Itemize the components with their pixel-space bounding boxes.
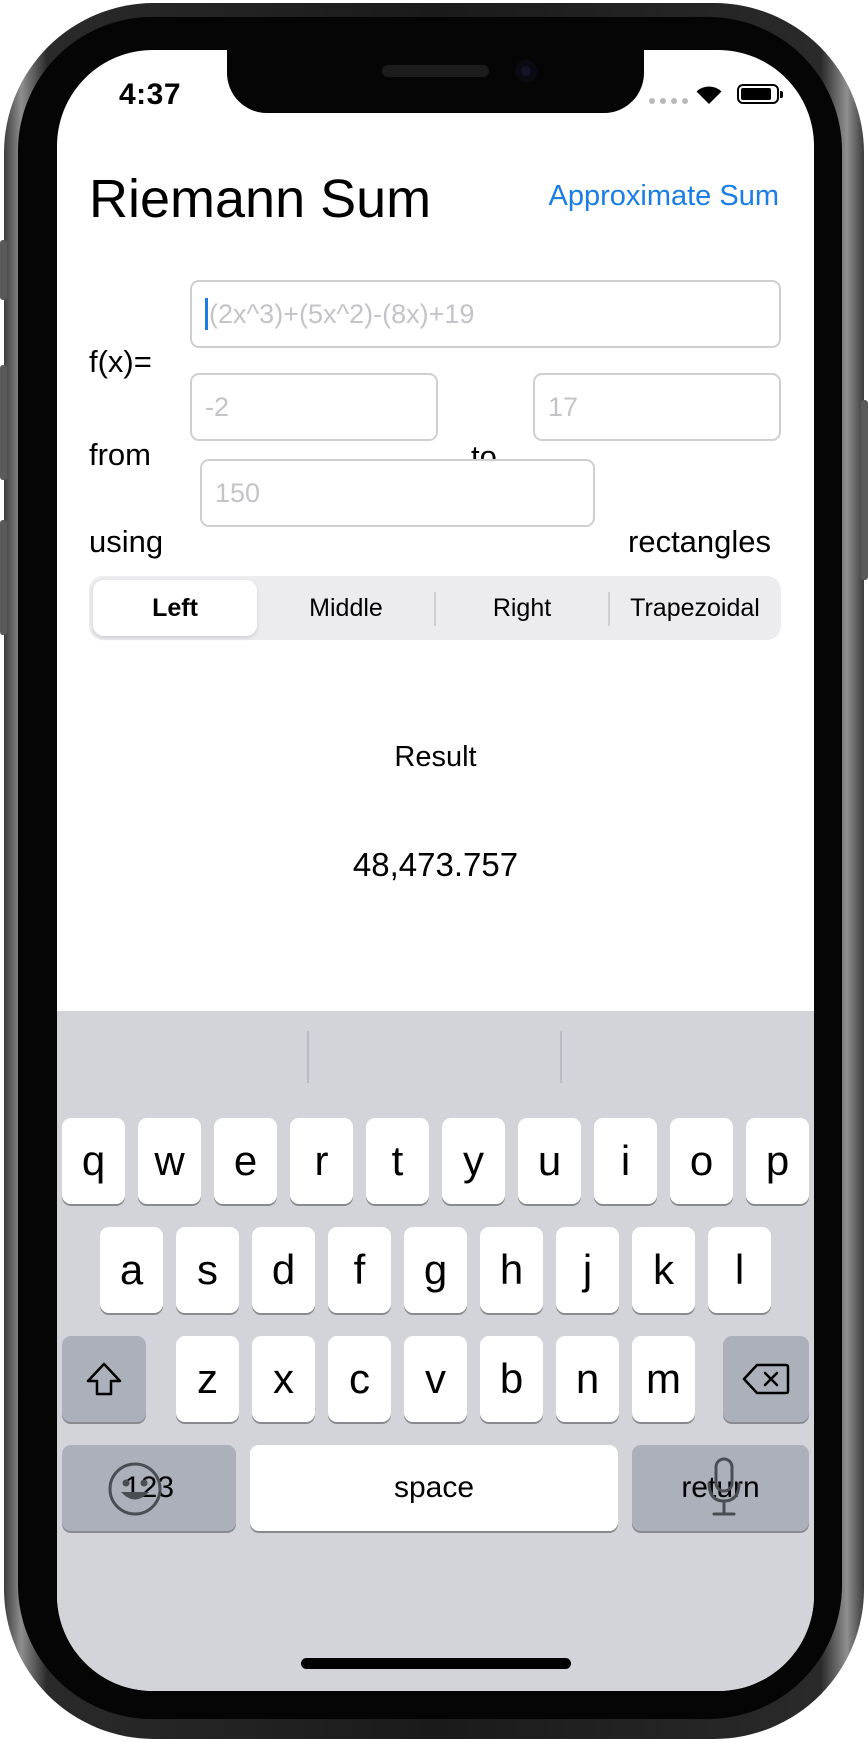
battery-icon — [737, 84, 783, 104]
from-label: from — [89, 437, 151, 472]
key-o[interactable]: o — [670, 1118, 733, 1204]
predictive-bar-divider — [307, 1031, 309, 1083]
predictive-bar-divider — [560, 1031, 562, 1083]
to-input[interactable]: 17 — [533, 373, 781, 441]
power-button — [861, 400, 868, 580]
key-p[interactable]: p — [746, 1118, 809, 1204]
key-k[interactable]: k — [632, 1227, 695, 1313]
key-b[interactable]: b — [480, 1336, 543, 1422]
speaker-grille — [382, 65, 489, 77]
segment-right[interactable]: Right — [438, 580, 606, 636]
page-title: Riemann Sum — [89, 169, 432, 229]
key-z[interactable]: z — [176, 1336, 239, 1422]
shift-key[interactable] — [62, 1336, 146, 1422]
from-input[interactable]: -2 — [190, 373, 438, 441]
key-v[interactable]: v — [404, 1336, 467, 1422]
using-label: using — [89, 524, 164, 559]
rectangles-count-input[interactable]: 150 — [200, 459, 595, 527]
key-l[interactable]: l — [708, 1227, 771, 1313]
key-m[interactable]: m — [632, 1336, 695, 1422]
segment-divider — [434, 592, 436, 626]
function-label: f(x)= — [89, 344, 152, 379]
front-camera — [515, 60, 537, 82]
segment-middle[interactable]: Middle — [261, 580, 431, 636]
segment-trapezoidal[interactable]: Trapezoidal — [610, 580, 780, 636]
key-u[interactable]: u — [518, 1118, 581, 1204]
rectangles-label: rectangles — [628, 524, 772, 559]
key-c[interactable]: c — [328, 1336, 391, 1422]
key-g[interactable]: g — [404, 1227, 467, 1313]
key-y[interactable]: y — [442, 1118, 505, 1204]
wifi-icon — [696, 86, 722, 104]
result-label: Result — [394, 741, 477, 773]
emoji-icon[interactable] — [107, 1461, 163, 1517]
key-j[interactable]: j — [556, 1227, 619, 1313]
from-placeholder: -2 — [205, 391, 230, 422]
key-d[interactable]: d — [252, 1227, 315, 1313]
volume-down-button — [0, 520, 7, 635]
shift-icon — [86, 1362, 122, 1396]
function-placeholder: (2x^3)+(5x^2)-(8x)+19 — [209, 298, 475, 329]
text-cursor — [205, 298, 208, 330]
status-time: 4:37 — [119, 78, 182, 111]
notch — [227, 50, 644, 113]
screen: 4:37 Riemann Sum Approximate Sum f(x)= (… — [57, 50, 814, 1691]
key-x[interactable]: x — [252, 1336, 315, 1422]
key-f[interactable]: f — [328, 1227, 391, 1313]
microphone-icon[interactable] — [704, 1457, 744, 1517]
key-t[interactable]: t — [366, 1118, 429, 1204]
key-q[interactable]: q — [62, 1118, 125, 1204]
key-s[interactable]: s — [176, 1227, 239, 1313]
method-segmented-control: Left Middle Right Trapezoidal — [89, 576, 781, 640]
key-w[interactable]: w — [138, 1118, 201, 1204]
mute-switch — [0, 240, 7, 300]
key-e[interactable]: e — [214, 1118, 277, 1204]
delete-icon — [742, 1363, 790, 1395]
to-placeholder: 17 — [548, 391, 579, 422]
segment-left[interactable]: Left — [93, 580, 257, 636]
key-a[interactable]: a — [100, 1227, 163, 1313]
rectangles-count-placeholder: 150 — [215, 477, 261, 508]
key-n[interactable]: n — [556, 1336, 619, 1422]
approximate-sum-button[interactable]: Approximate Sum — [549, 180, 780, 213]
home-indicator[interactable] — [301, 1658, 571, 1669]
result-value: 48,473.757 — [352, 846, 519, 883]
delete-key[interactable] — [723, 1336, 809, 1422]
cellular-signal-icon — [649, 98, 688, 104]
key-i[interactable]: i — [594, 1118, 657, 1204]
space-key[interactable]: space — [250, 1445, 618, 1531]
volume-up-button — [0, 365, 7, 480]
function-input[interactable]: (2x^3)+(5x^2)-(8x)+19 — [190, 280, 781, 348]
key-r[interactable]: r — [290, 1118, 353, 1204]
key-h[interactable]: h — [480, 1227, 543, 1313]
